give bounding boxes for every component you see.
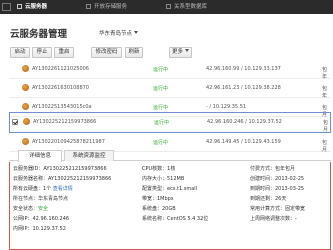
detail-tabs: 详细信息 系统资源监控: [9, 150, 331, 162]
instance-id[interactable]: AY1302261630108870: [32, 85, 89, 91]
storage-icon: [86, 4, 91, 9]
status-badge: 运行中: [153, 140, 169, 146]
more-dropdown-label: 更多: [171, 49, 183, 55]
detail-created-at: 创建时间：2013-02-25: [250, 176, 305, 182]
detail-disk-count-text: 所有云硬盘：1个: [13, 186, 52, 192]
stop-button[interactable]: 停止: [32, 47, 52, 58]
detail-expires-at: 到期时间：2013-03-25: [250, 186, 305, 192]
detail-bandwidth: 带宽：1Mbps: [142, 196, 174, 202]
detail-cpu: CPU核数：1核: [142, 166, 176, 172]
row-select-checkbox[interactable]: [12, 119, 18, 125]
refresh-button[interactable]: 刷新: [125, 47, 143, 58]
instance-id[interactable]: AY13022513543015c0a: [32, 104, 92, 110]
os-icon: [22, 103, 29, 110]
restart-button[interactable]: 重启: [54, 47, 74, 58]
server-icon: [17, 4, 22, 9]
top-navigation-bar: 云服务器 开放存储服务 关系型数据库: [0, 0, 333, 14]
detail-network-changes: 上周网络调整次数：-: [250, 216, 297, 222]
detail-security-status: 安全状态：安全: [13, 206, 49, 212]
status-badge: 运行中: [153, 67, 169, 73]
chevron-down-icon: [185, 49, 189, 52]
detail-days-left: 到期还剩：26天: [250, 196, 287, 202]
region-selector-label: 华东青岛节点: [99, 31, 133, 37]
instance-ip: - / 10.129.35.51: [206, 104, 247, 110]
detail-instance-type: 配置类型：ecs.t1.small: [142, 186, 198, 192]
change-password-button[interactable]: 修改密码: [91, 47, 122, 58]
detail-instance-id: 云服务器ID：AY130225212159973866: [13, 166, 107, 172]
tab-details[interactable]: 详细信息: [18, 150, 62, 162]
detail-network-billing: 常用计算方式：固定带宽: [250, 206, 306, 212]
nav-tab-database-label: 关系型数据库: [174, 4, 208, 10]
status-badge: 运行中: [153, 105, 169, 111]
instance-id[interactable]: AY1302261121025006: [32, 66, 89, 72]
database-icon: [166, 4, 171, 9]
detail-system-disk: 系统盘：20GB: [142, 206, 176, 212]
instance-ip: 42.96.160.99 / 10.129.33.137: [206, 66, 281, 72]
os-icon: [22, 84, 29, 91]
instance-details-panel: 云服务器ID：AY130225212159973866 云服务器名称：AY130…: [9, 162, 331, 250]
instance-id[interactable]: AY130225212159973866: [33, 119, 96, 125]
billing-type: 包年: [322, 86, 328, 99]
detail-public-ip: 公网IP：42.96.160.246: [13, 216, 70, 222]
page-title: 云服务器管理: [10, 29, 68, 40]
status-badge: 运行中: [153, 86, 169, 92]
instance-id[interactable]: AY130220109425878211987: [32, 139, 105, 145]
row-select-radio[interactable]: [11, 66, 17, 72]
status-badge: 运行中: [154, 120, 170, 126]
tab-resource-monitor[interactable]: 系统资源监控: [64, 150, 114, 161]
nav-tab-database[interactable]: 关系型数据库: [166, 0, 207, 14]
os-icon: [22, 138, 29, 145]
instance-ip: 42.96.160.246 / 10.129.37.52: [207, 119, 282, 125]
more-dropdown[interactable]: 更多: [169, 47, 192, 58]
detail-disk-count: 所有云硬盘：1个 查看详情: [13, 185, 73, 192]
instance-ip: 42.96.149.45 / 10.129.43.159: [206, 139, 281, 145]
billing-type: 包月: [323, 120, 329, 133]
nav-tab-storage[interactable]: 开放存储服务: [86, 0, 127, 14]
chevron-down-icon: [134, 31, 139, 34]
detail-region: 所在节点：华东青岛节点: [13, 196, 69, 202]
instance-row[interactable]: AY1302261121025006 运行中 42.96.160.99 / 10…: [9, 60, 331, 80]
instance-row-selected[interactable]: AY130225212159973866 运行中 42.96.160.246 /…: [9, 112, 331, 133]
region-selector[interactable]: 华东青岛节点: [99, 29, 139, 37]
os-icon: [23, 118, 30, 125]
nav-tab-storage-label: 开放存储服务: [94, 4, 128, 10]
detail-private-ip: 内网IP：10.129.37.52: [13, 226, 66, 232]
nav-tab-ecs-label: 云服务器: [25, 4, 48, 10]
instance-ip: 42.96.161.23 / 10.129.38.228: [206, 85, 281, 91]
detail-os: 系统名称：CentOS 5.4 32位: [142, 216, 209, 222]
security-safe-value: 安全: [38, 206, 49, 212]
instance-row[interactable]: AY1302261630108870 运行中 42.96.161.23 / 10…: [9, 79, 331, 99]
detail-instance-name: 云服务器名称：AY130225212159973866: [13, 176, 112, 182]
os-icon: [22, 65, 29, 72]
console-logo-icon[interactable]: [2, 3, 11, 11]
billing-type: 包年: [322, 67, 328, 80]
nav-tab-ecs[interactable]: 云服务器: [17, 0, 47, 14]
detail-billing-method: 付费方式：包年包月: [250, 166, 296, 172]
row-select-radio[interactable]: [11, 104, 17, 110]
detail-memory: 内存大小：512MB: [142, 176, 185, 182]
row-select-radio[interactable]: [11, 85, 17, 91]
row-select-radio[interactable]: [11, 139, 17, 145]
view-details-link[interactable]: 查看详情: [53, 186, 73, 192]
start-button[interactable]: 启动: [10, 47, 30, 58]
